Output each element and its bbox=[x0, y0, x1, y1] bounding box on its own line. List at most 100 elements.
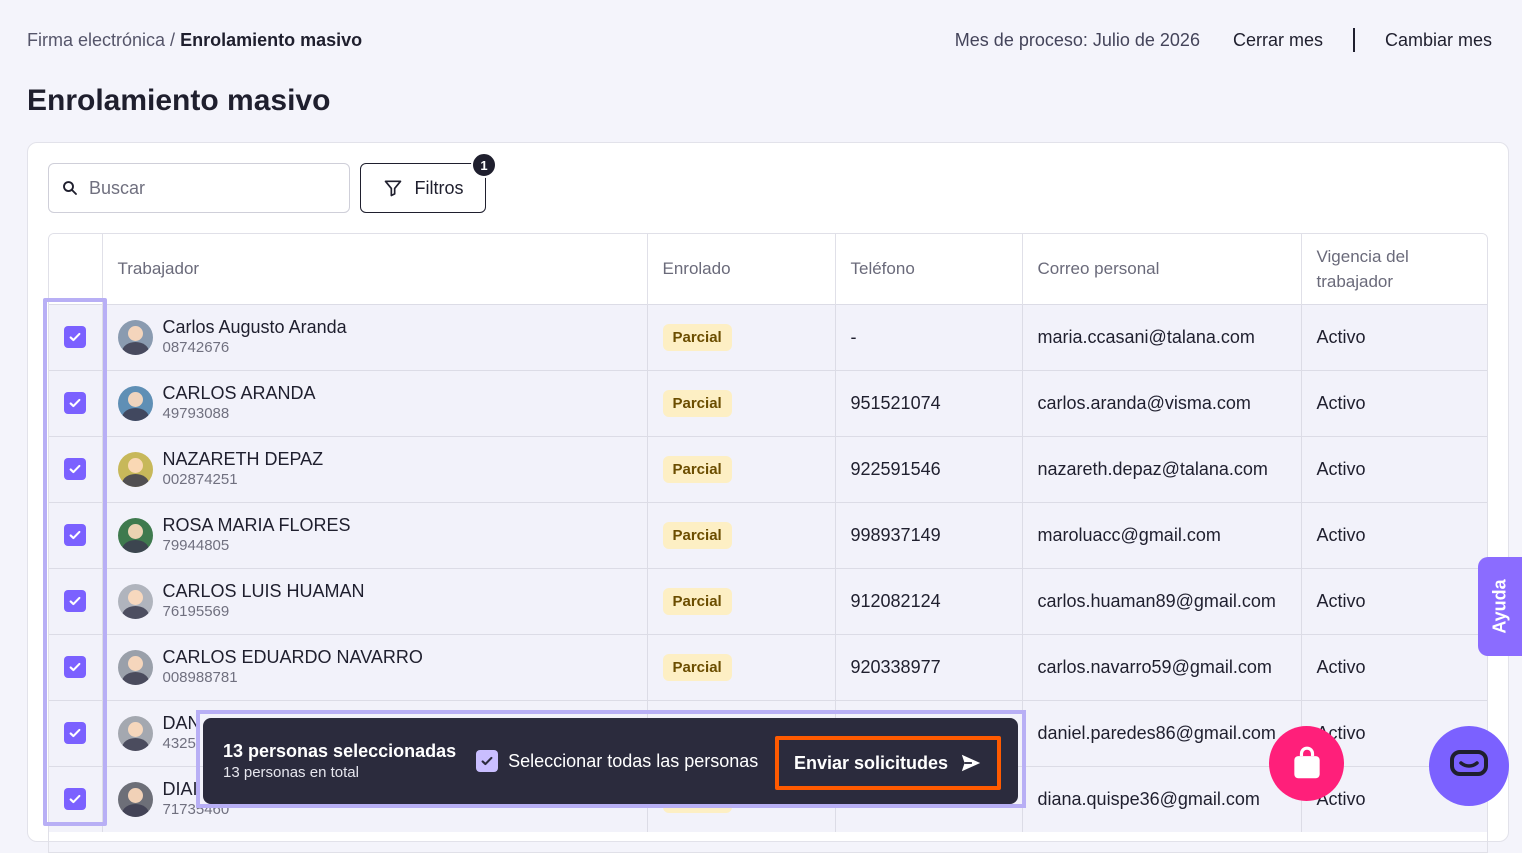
worker-cell: CARLOS LUIS HUAMAN 76195569 bbox=[102, 567, 648, 634]
email-cell: nazareth.depaz@talana.com bbox=[1022, 435, 1302, 502]
enrolled-cell: Parcial bbox=[647, 369, 836, 436]
worker-id: 002874251 bbox=[162, 471, 238, 488]
select-all-label: Seleccionar todas las personas bbox=[508, 750, 759, 771]
process-month-label: Mes de proceso: Julio de 2026 bbox=[954, 29, 1200, 50]
enrolled-cell: Parcial bbox=[647, 567, 836, 634]
filters-label: Filtros bbox=[414, 177, 464, 198]
header-validity[interactable]: Vigencia del trabajador bbox=[1301, 234, 1487, 304]
validity-cell: Activo bbox=[1301, 567, 1487, 634]
validity-cell: Activo bbox=[1301, 633, 1487, 700]
table-row[interactable]: ROSA MARIA FLORES 79944805 Parcial 99893… bbox=[49, 501, 1487, 568]
row-checkbox[interactable] bbox=[64, 524, 86, 546]
check-icon bbox=[69, 398, 81, 408]
validity-cell: Activo bbox=[1301, 369, 1487, 436]
select-all-checkbox[interactable] bbox=[476, 750, 499, 772]
phone-cell: 998937149 bbox=[835, 501, 1023, 568]
search-box[interactable] bbox=[48, 163, 350, 213]
worker-cell: ROSA MARIA FLORES 79944805 bbox=[102, 501, 648, 568]
check-icon bbox=[69, 795, 81, 804]
avatar bbox=[117, 319, 153, 355]
worker-id: 008988781 bbox=[162, 669, 238, 686]
table-row[interactable]: NAZARETH DEPAZ 002874251 Parcial 9225915… bbox=[49, 435, 1487, 502]
header-select bbox=[49, 234, 103, 304]
check-icon bbox=[69, 596, 81, 606]
worker-name[interactable]: CARLOS ARANDA bbox=[163, 382, 316, 404]
row-checkbox[interactable] bbox=[64, 656, 86, 678]
table-row[interactable]: CARLOS LUIS HUAMAN 76195569 Parcial 9120… bbox=[49, 567, 1487, 634]
row-checkbox[interactable] bbox=[64, 788, 86, 811]
header-enrolled[interactable]: Enrolado bbox=[647, 234, 836, 304]
send-requests-label: Enviar solicitudes bbox=[793, 752, 949, 773]
table-row[interactable]: CARLOS EDUARDO NAVARRO 008988781 Parcial… bbox=[49, 633, 1487, 700]
selection-summary: 13 personas seleccionadas 13 personas en… bbox=[223, 739, 456, 783]
enrolled-cell: Parcial bbox=[647, 633, 836, 700]
close-month-button[interactable]: Cerrar mes bbox=[1233, 30, 1323, 51]
phone-cell: - bbox=[835, 303, 1023, 370]
help-tab[interactable]: Ayuda bbox=[1478, 557, 1522, 656]
breadcrumb-current: Enrolamiento masivo bbox=[180, 30, 363, 50]
worker-name[interactable]: DAN bbox=[163, 712, 201, 734]
worker-name[interactable]: NAZARETH DEPAZ bbox=[163, 448, 324, 470]
header-phone[interactable]: Teléfono bbox=[835, 234, 1023, 304]
avatar bbox=[117, 583, 153, 619]
row-checkbox[interactable] bbox=[64, 392, 86, 414]
email-cell: maria.ccasani@talana.com bbox=[1022, 303, 1302, 370]
enrollment-status-badge: Parcial bbox=[662, 455, 732, 483]
check-icon bbox=[69, 332, 81, 342]
avatar bbox=[117, 715, 153, 751]
enrollment-status-badge: Parcial bbox=[662, 323, 732, 351]
change-month-button[interactable]: Cambiar mes bbox=[1385, 30, 1492, 51]
worker-name[interactable]: ROSA MARIA FLORES bbox=[163, 514, 351, 536]
shopping-bag-button[interactable] bbox=[1269, 726, 1344, 801]
row-checkbox[interactable] bbox=[64, 590, 86, 612]
worker-name[interactable]: CARLOS EDUARDO NAVARRO bbox=[163, 646, 423, 668]
filters-count-badge: 1 bbox=[471, 152, 497, 178]
worker-id: 4325 bbox=[162, 735, 196, 752]
avatar bbox=[117, 385, 153, 421]
breadcrumb-separator: / bbox=[165, 30, 181, 50]
table-header-row: Trabajador Enrolado Teléfono Correo pers… bbox=[49, 234, 1487, 304]
enrollment-status-badge: Parcial bbox=[662, 521, 732, 549]
filters-button[interactable]: Filtros 1 bbox=[360, 152, 497, 213]
row-checkbox[interactable] bbox=[64, 722, 86, 744]
row-checkbox[interactable] bbox=[64, 326, 86, 348]
filter-icon bbox=[384, 180, 401, 197]
search-icon bbox=[63, 181, 77, 195]
check-icon bbox=[69, 530, 81, 540]
row-select-cell bbox=[49, 369, 103, 436]
top-bar: Firma electrónica / Enrolamiento masivo … bbox=[0, 0, 1522, 80]
phone-cell: 951521074 bbox=[835, 369, 1023, 436]
phone-cell: 922591546 bbox=[835, 435, 1023, 502]
email-cell: daniel.paredes86@gmail.com bbox=[1022, 699, 1302, 766]
worker-name[interactable]: Carlos Augusto Aranda bbox=[163, 316, 347, 338]
chat-button[interactable] bbox=[1429, 726, 1509, 806]
table-row[interactable]: CARLOS ARANDA 49793088 Parcial 951521074… bbox=[49, 369, 1487, 436]
email-cell: diana.quispe36@gmail.com bbox=[1022, 765, 1302, 832]
worker-name[interactable]: CARLOS LUIS HUAMAN bbox=[163, 580, 365, 602]
check-icon bbox=[481, 756, 493, 766]
phone-cell: 920338977 bbox=[835, 633, 1023, 700]
search-input[interactable] bbox=[89, 177, 329, 199]
enrolled-cell: Parcial bbox=[647, 303, 836, 370]
send-icon bbox=[961, 754, 981, 772]
send-requests-button[interactable]: Enviar solicitudes bbox=[783, 744, 993, 782]
validity-cell: Activo bbox=[1301, 435, 1487, 502]
help-tab-label: Ayuda bbox=[1489, 579, 1510, 634]
phone-cell: 912082124 bbox=[835, 567, 1023, 634]
header-email[interactable]: Correo personal bbox=[1022, 234, 1302, 304]
enrollment-status-badge: Parcial bbox=[662, 587, 732, 615]
breadcrumb-parent[interactable]: Firma electrónica bbox=[27, 30, 165, 50]
selected-count-label: 13 personas seleccionadas bbox=[223, 741, 457, 761]
breadcrumb: Firma electrónica / Enrolamiento masivo bbox=[27, 30, 362, 51]
avatar bbox=[117, 451, 153, 487]
validity-cell: Activo bbox=[1301, 501, 1487, 568]
worker-cell: Carlos Augusto Aranda 08742676 bbox=[102, 303, 648, 370]
check-icon bbox=[69, 662, 81, 672]
table-row[interactable]: Carlos Augusto Aranda 08742676 Parcial -… bbox=[49, 303, 1487, 370]
header-worker[interactable]: Trabajador bbox=[102, 234, 648, 304]
select-all-toggle[interactable]: Seleccionar todas las personas bbox=[476, 750, 758, 772]
row-select-cell bbox=[49, 567, 103, 634]
row-checkbox[interactable] bbox=[64, 458, 86, 480]
row-select-cell bbox=[49, 633, 103, 700]
worker-id: 08742676 bbox=[162, 339, 230, 356]
